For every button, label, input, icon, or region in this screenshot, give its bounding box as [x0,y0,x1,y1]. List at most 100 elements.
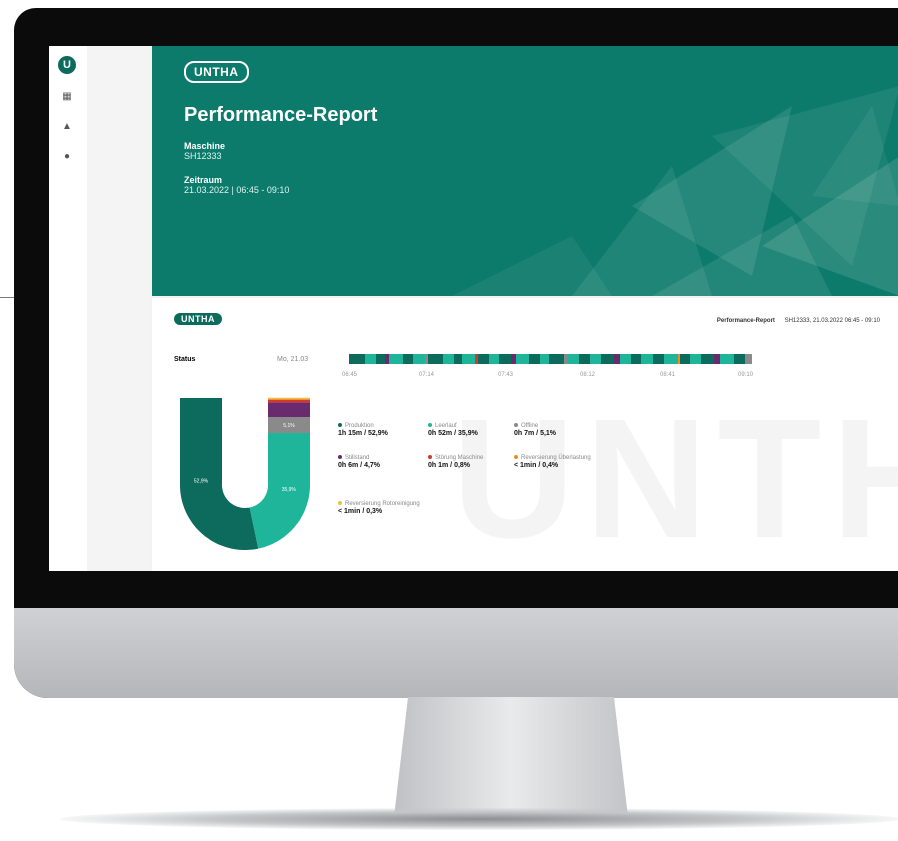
help-icon[interactable]: ● [61,151,73,163]
timeline-segment [733,354,746,364]
report-header: Performance-Report SH12333, 21.03.2022 0… [717,318,880,324]
legend-name: Stillstand [345,455,370,461]
time-tick: 08:12 [580,372,596,378]
status-label: Status [174,356,196,363]
triangle-pattern [452,86,898,296]
sidebar: U ▦ ▲ ● [49,46,88,571]
legend-value: 0h 52m / 35,9% [428,430,478,437]
timeline-segment [375,354,385,364]
u-chart-label: 52,9% [194,479,209,485]
app-logo[interactable]: U [58,56,76,74]
timeline-segment [428,354,443,364]
brand-logo: UNTHA [184,61,249,83]
timeline-segment [701,354,714,364]
report-brand-logo: UNTHA [174,313,222,325]
legend-item: Stillstand 0h 6m / 4,7% [338,454,426,470]
legend-value: 0h 7m / 5,1% [514,430,557,437]
grid-icon[interactable]: ▦ [61,91,73,103]
legend-name: Reversierung Rotoreinigung [345,501,420,507]
time-tick: 07:43 [498,372,514,378]
timeline-segment [412,354,426,364]
report-header-title: Performance-Report [716,318,775,324]
timeline-segment [690,354,702,364]
timeline-segment [664,354,678,364]
status-timeline [349,354,752,364]
legend-dot [514,423,518,428]
monitor-stand-base [60,808,898,830]
legend-dot [338,501,342,506]
timeline-segment [477,354,489,364]
machine-value: SH12333 [184,151,222,161]
timeline-segment [600,354,615,364]
timeline-segment [461,354,476,364]
legend-name: Störung Maschine [435,455,484,461]
timeline-segment [529,354,541,364]
monitor-chin [14,608,898,698]
timeline-segment [619,354,631,364]
legend-value: 0h 1m / 0,8% [428,462,471,469]
timeline-segment [389,354,403,364]
status-u-chart: 52,9% 35,9% 5,1% [180,397,310,550]
time-tick: 06:45 [342,372,358,378]
u-chart-label: 35,9% [282,487,297,493]
u-chart-segment [249,433,310,549]
report-header-meta: SH12333, 21.03.2022 06:45 - 09:10 [784,318,880,324]
legend-value: 1h 15m / 52,9% [338,430,388,437]
timeline-segment [364,354,376,364]
legend-dot [428,423,432,428]
timeline-segment [349,354,365,364]
monitor-stand [394,697,628,817]
legend-name: Offline [521,423,539,429]
page-title: Performance-Report [184,104,378,126]
timeline-segment [653,354,665,364]
timeline-segment [680,354,691,364]
timeline-segment [540,354,550,364]
period-label: Zeitraum [184,175,223,185]
u-chart-segment [268,397,310,399]
u-chart-segment [268,402,310,417]
timeline-segment [720,354,734,364]
timeline-segment [589,354,601,364]
sidebar-gutter [87,46,151,571]
timeline-segment [745,354,752,364]
status-date: Mo, 21.03 [277,356,309,363]
time-tick: 09:10 [738,372,754,378]
legend-name: Leerlauf [435,423,457,429]
legend-name: Reversierung Überlastung [521,455,591,461]
legend-item: Störung Maschine 0h 1m / 0,8% [428,454,516,470]
legend-dot [338,455,342,460]
timeline-segment [567,354,580,364]
watermark: UNTH [452,384,898,571]
u-chart-segment [180,398,259,550]
bell-icon[interactable]: ▲ [61,121,73,133]
legend-value: < 1min / 0,3% [338,508,383,515]
legend-dot [428,455,432,460]
legend-item: Leerlauf 0h 52m / 35,9% [428,422,516,438]
legend-dot [338,423,342,428]
u-chart-segment [268,399,310,403]
timeline-segment [640,354,654,364]
timeline-segment [713,354,721,364]
monitor-frame: U ▦ ▲ ● UNTHA Performance-Report Maschin… [14,8,898,698]
legend-item: Reversierung Überlastung < 1min / 0,4% [514,454,602,470]
time-tick: 07:14 [419,372,435,378]
timeline-segment [498,354,512,364]
legend-item: Reversierung Rotoreinigung < 1min / 0,3% [338,500,426,516]
legend-item: Produktion 1h 15m / 52,9% [338,422,426,438]
timeline-segment [488,354,499,364]
screen: U ▦ ▲ ● UNTHA Performance-Report Maschin… [49,46,898,571]
timeline-segment [454,354,462,364]
timeline-segment [402,354,413,364]
timeline-segment [630,354,641,364]
legend-dot [514,455,518,460]
timeline-segment [579,354,590,364]
report-page: UNTH UNTHA Performance-Report SH12333, 2… [152,298,898,571]
timeline-segment [549,354,564,364]
period-value: 21.03.2022 | 06:45 - 09:10 [184,185,290,195]
machine-label: Maschine [184,141,226,151]
timeline-segment [442,354,455,364]
time-tick: 08:41 [660,372,676,378]
timeline-segment [515,354,530,364]
u-chart-label: 5,1% [283,423,295,429]
report-header-banner: UNTHA Performance-Report Maschine SH1233… [152,46,898,296]
